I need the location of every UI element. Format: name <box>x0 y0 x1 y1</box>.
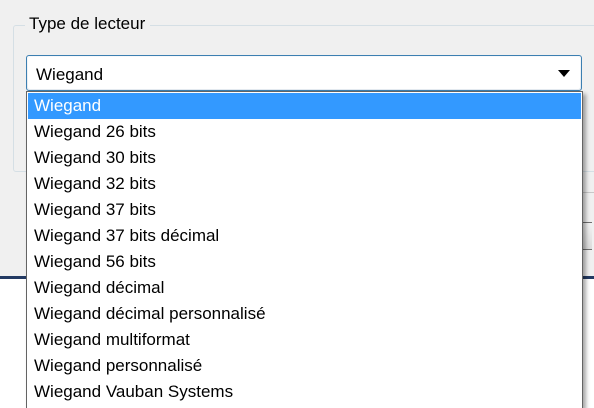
dropdown-option[interactable]: Wiegand personnalisé <box>28 353 581 379</box>
combobox-field[interactable]: Wiegand <box>28 57 580 89</box>
dropdown-option[interactable]: Wiegand <box>28 93 581 119</box>
combobox-selected-value: Wiegand <box>36 65 104 84</box>
dropdown-option[interactable]: Wiegand 37 bits décimal <box>28 223 581 249</box>
dropdown-option[interactable]: Wiegand décimal personnalisé <box>28 301 581 327</box>
dropdown-option[interactable]: Wiegand 26 bits <box>28 119 581 145</box>
dropdown-option[interactable]: Wiegand Vauban Systems <box>28 379 581 405</box>
dropdown-option[interactable]: Wiegand multiformat <box>28 327 581 353</box>
dropdown-option[interactable]: Wiegand décimal <box>28 275 581 301</box>
reader-type-dropdown-list[interactable]: Wiegand Wiegand 26 bits Wiegand 30 bits Wie… <box>26 91 583 408</box>
dropdown-option[interactable]: Wiegand 32 bits <box>28 171 581 197</box>
reader-type-combobox[interactable]: Wiegand <box>26 55 582 91</box>
dropdown-option[interactable]: Wiegand 37 bits <box>28 197 581 223</box>
dropdown-option[interactable]: Wiegand 56 bits <box>28 249 581 275</box>
dropdown-arrow-icon[interactable] <box>558 70 570 77</box>
reader-type-group-label: Type de lecteur <box>25 13 151 35</box>
dropdown-option[interactable]: Wiegand 30 bits <box>28 145 581 171</box>
